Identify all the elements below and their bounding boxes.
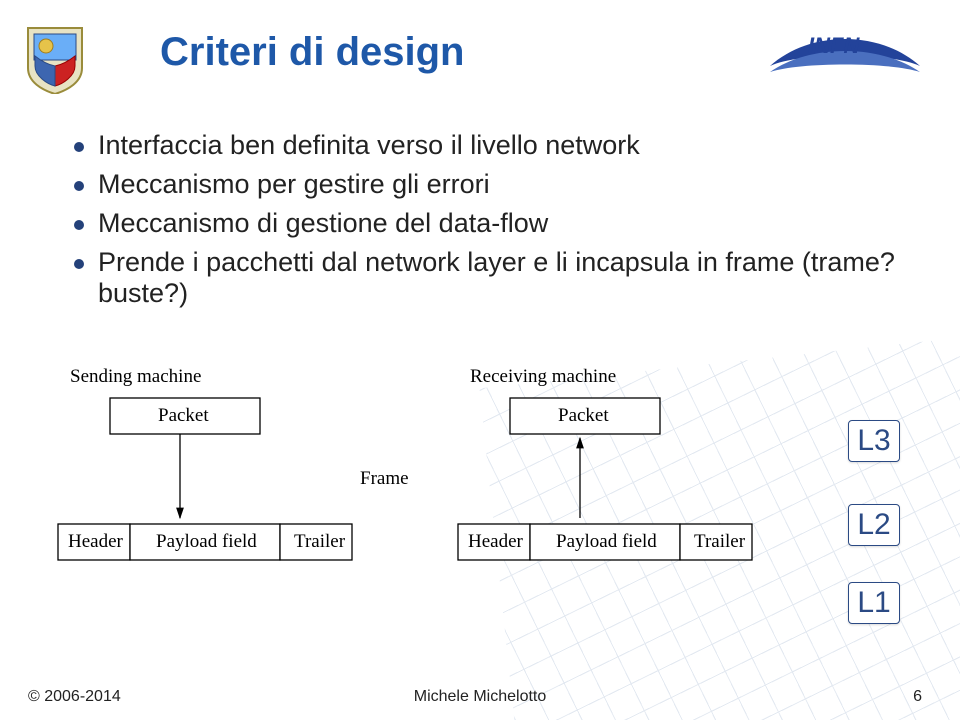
footer-author: Michele Michelotto xyxy=(0,688,960,706)
label-receiving-header: Header xyxy=(468,531,524,552)
bullet-text: Meccanismo per gestire gli errori xyxy=(98,169,490,199)
label-receiving-payload: Payload field xyxy=(556,531,657,552)
label-sending-packet: Packet xyxy=(158,405,209,426)
bullet-item: Prende i pacchetti dal network layer e l… xyxy=(70,247,900,309)
bullet-item: Meccanismo di gestione del data-flow xyxy=(70,208,900,239)
label-sending-header: Header xyxy=(68,531,124,552)
infn-logo-text: INFN xyxy=(808,33,860,58)
footer-page-number: 6 xyxy=(913,688,922,706)
bullet-list: Interfaccia ben definita verso il livell… xyxy=(70,130,900,317)
institution-crest-icon xyxy=(24,22,86,94)
slide: INFN Criteri di design Interfaccia ben d… xyxy=(0,0,960,720)
label-frame: Frame xyxy=(360,468,409,489)
bullet-text: Prende i pacchetti dal network layer e l… xyxy=(98,247,895,308)
bullet-item: Interfaccia ben definita verso il livell… xyxy=(70,130,900,161)
bullet-item: Meccanismo per gestire gli errori xyxy=(70,169,900,200)
label-sending-trailer: Trailer xyxy=(294,531,346,552)
label-receiving-machine: Receiving machine xyxy=(470,366,616,387)
label-receiving-packet: Packet xyxy=(558,405,609,426)
bullet-text: Meccanismo di gestione del data-flow xyxy=(98,208,548,238)
label-receiving-trailer: Trailer xyxy=(694,531,746,552)
slide-title: Criteri di design xyxy=(160,30,465,75)
layer-badge-l2: L2 xyxy=(848,504,900,546)
layer-badge-l3: L3 xyxy=(848,420,900,462)
label-sending-machine: Sending machine xyxy=(70,366,201,387)
label-sending-payload: Payload field xyxy=(156,531,257,552)
bullet-text: Interfaccia ben definita verso il livell… xyxy=(98,130,640,160)
infn-logo-icon: INFN xyxy=(770,22,920,84)
layer-badge-l1: L1 xyxy=(848,582,900,624)
encapsulation-diagram: Sending machine Packet Frame Header Payl… xyxy=(50,360,790,620)
layer-badges: L3 L2 L1 xyxy=(848,420,900,660)
